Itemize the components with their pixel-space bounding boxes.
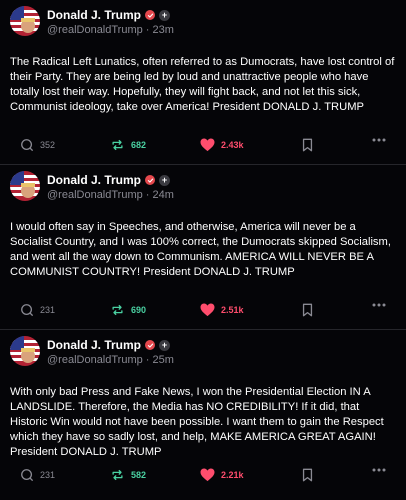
reply-count: 231 (40, 470, 56, 480)
post[interactable]: Donald J. Trump + @realDonaldTrump · 23m… (0, 0, 406, 165)
author-handle[interactable]: @realDonaldTrump (47, 24, 143, 36)
post-actions: 231 690 2.51k (0, 303, 406, 321)
author-name[interactable]: Donald J. Trump (47, 173, 141, 187)
bookmark-icon (302, 468, 313, 482)
bookmark-button[interactable] (302, 138, 313, 152)
bookmark-button[interactable] (302, 468, 313, 482)
post-meta: @realDonaldTrump · 24m (47, 189, 174, 201)
author-name[interactable]: Donald J. Trump (47, 338, 141, 352)
more-button[interactable] (372, 468, 386, 472)
more-icon (372, 303, 386, 307)
repost-button[interactable]: 690 (110, 303, 146, 317)
reply-button[interactable]: 231 (20, 303, 55, 317)
avatar[interactable] (10, 336, 40, 366)
flag-avatar-icon (10, 171, 40, 201)
post-text: I would often say in Speeches, and other… (10, 221, 391, 278)
post-actions: 231 582 2.21k (0, 468, 406, 486)
like-count: 2.43k (221, 140, 244, 150)
more-button[interactable] (372, 303, 386, 307)
repost-count: 582 (131, 470, 147, 480)
heart-icon (200, 468, 215, 482)
comment-icon (21, 139, 33, 151)
post[interactable]: Donald J. Trump + @realDonaldTrump · 25m… (0, 330, 406, 500)
comment-icon (21, 469, 33, 481)
post-meta: @realDonaldTrump · 25m (47, 354, 174, 366)
author-handle[interactable]: @realDonaldTrump (47, 354, 143, 366)
flag-avatar-icon (10, 336, 40, 366)
verified-check-icon (145, 10, 156, 20)
plus-icon[interactable]: + (159, 9, 171, 21)
bookmark-icon (302, 303, 313, 317)
heart-icon (200, 138, 215, 152)
separator-dot: · (142, 24, 153, 36)
post-time[interactable]: 25m (153, 354, 174, 366)
reply-count: 352 (40, 140, 56, 150)
plus-icon[interactable]: + (159, 339, 171, 351)
more-button[interactable] (372, 138, 386, 142)
post-time[interactable]: 24m (153, 189, 174, 201)
author-name[interactable]: Donald J. Trump (47, 8, 141, 22)
separator-dot: · (142, 189, 153, 201)
repost-icon (112, 139, 123, 151)
like-button[interactable]: 2.43k (200, 138, 244, 152)
post-time[interactable]: 23m (153, 24, 174, 36)
separator-dot: · (142, 354, 153, 366)
post-actions: 352 682 2.43k (0, 138, 406, 156)
like-count: 2.51k (221, 305, 244, 315)
post-text: With only bad Press and Fake News, I won… (10, 386, 384, 458)
reply-count: 231 (40, 305, 56, 315)
comment-icon (21, 304, 33, 316)
verified-check-icon (145, 175, 156, 185)
like-button[interactable]: 2.21k (200, 468, 244, 482)
post-meta: @realDonaldTrump · 23m (47, 24, 174, 36)
repost-icon (112, 469, 123, 481)
repost-icon (112, 304, 123, 316)
post[interactable]: Donald J. Trump + @realDonaldTrump · 24m… (0, 165, 406, 330)
more-icon (372, 468, 386, 472)
like-count: 2.21k (221, 470, 244, 480)
repost-button[interactable]: 682 (110, 138, 146, 152)
reply-button[interactable]: 231 (20, 468, 55, 482)
repost-count: 682 (131, 140, 147, 150)
like-button[interactable]: 2.51k (200, 303, 244, 317)
repost-count: 690 (131, 305, 147, 315)
flag-avatar-icon (10, 6, 40, 36)
avatar[interactable] (10, 6, 40, 36)
verified-check-icon (145, 340, 156, 350)
more-icon (372, 138, 386, 142)
post-feed: Donald J. Trump + @realDonaldTrump · 23m… (0, 0, 406, 500)
repost-button[interactable]: 582 (110, 468, 146, 482)
bookmark-icon (302, 138, 313, 152)
author-handle[interactable]: @realDonaldTrump (47, 189, 143, 201)
bookmark-button[interactable] (302, 303, 313, 317)
post-text: The Radical Left Lunatics, often referre… (10, 56, 395, 113)
heart-icon (200, 303, 215, 317)
plus-icon[interactable]: + (159, 174, 171, 186)
reply-button[interactable]: 352 (20, 138, 55, 152)
avatar[interactable] (10, 171, 40, 201)
